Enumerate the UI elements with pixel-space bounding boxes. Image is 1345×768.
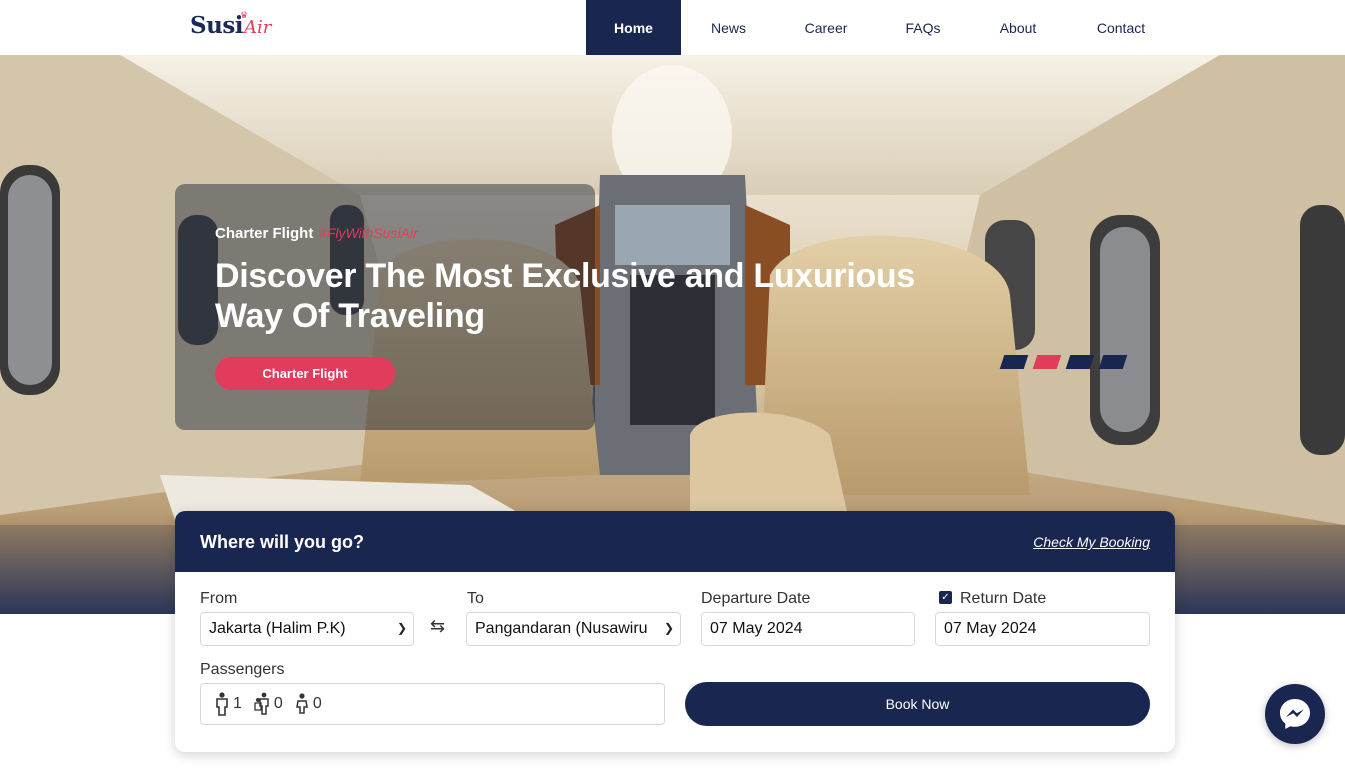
charter-flight-button[interactable]: Charter Flight <box>215 357 395 390</box>
child-icon <box>254 692 269 715</box>
chevron-down-icon: ❯ <box>392 621 407 635</box>
hero-title: Discover The Most Exclusive and Luxuriou… <box>215 257 916 335</box>
adult-count: 1 <box>215 692 242 716</box>
child-count: 0 <box>254 692 283 716</box>
messenger-icon <box>1280 699 1310 729</box>
check-my-booking-link[interactable]: Check My Booking <box>1033 534 1150 550</box>
carousel-dot-2-active[interactable] <box>1032 355 1062 369</box>
child-count-value: 0 <box>273 695 283 712</box>
booking-widget: Where will you go? Check My Booking From… <box>175 511 1175 752</box>
top-navbar: Susi ♛ Air Home News Career FAQs About C… <box>0 0 1345 55</box>
brand-name: Susi <box>190 12 244 39</box>
swap-arrows-icon[interactable]: ⇆ <box>430 616 445 637</box>
booking-title: Where will you go? <box>200 532 365 552</box>
return-date-checkbox[interactable]: ✓ <box>939 591 952 604</box>
passengers-label: Passengers <box>200 661 285 678</box>
brand-suffix: Air <box>244 17 272 38</box>
return-date-input[interactable]: 07 May 2024 <box>935 612 1150 646</box>
infant-icon <box>295 693 308 714</box>
main-menu: Home News Career FAQs About Contact <box>586 0 1176 55</box>
from-label: From <box>200 590 238 607</box>
from-select[interactable]: Jakarta (Halim P.K) ❯ <box>200 612 414 646</box>
carousel-dot-4[interactable] <box>1098 355 1128 369</box>
nav-item-news[interactable]: News <box>681 0 776 55</box>
nav-item-contact[interactable]: Contact <box>1066 0 1176 55</box>
passengers-field[interactable]: 1 0 0 <box>200 683 665 725</box>
adult-icon <box>216 692 228 716</box>
adult-count-value: 1 <box>233 695 242 712</box>
nav-item-career[interactable]: Career <box>776 0 876 55</box>
carousel-dot-1[interactable] <box>999 355 1029 369</box>
crown-icon: ♛ <box>240 10 249 20</box>
hero-subtitle: Charter Flight <box>215 225 314 242</box>
to-value: Pangandaran (Nusawiru <box>475 620 648 637</box>
susi-air-logo[interactable]: Susi ♛ Air <box>190 10 272 42</box>
infant-count: 0 <box>295 693 322 715</box>
hero-hashtag: #FlyWithSusiAir <box>319 225 418 241</box>
return-date-label: Return Date <box>960 590 1047 607</box>
chevron-down-icon: ❯ <box>659 621 674 635</box>
booking-header: Where will you go? Check My Booking <box>175 511 1175 572</box>
carousel-indicators <box>999 355 1128 369</box>
to-label: To <box>467 590 484 607</box>
messenger-chat-button[interactable] <box>1265 684 1325 744</box>
from-value: Jakarta (Halim P.K) <box>209 620 346 637</box>
infant-count-value: 0 <box>312 695 322 712</box>
nav-item-faqs[interactable]: FAQs <box>876 0 970 55</box>
departure-date-label: Departure Date <box>701 590 811 607</box>
nav-item-about[interactable]: About <box>970 0 1066 55</box>
nav-item-home[interactable]: Home <box>586 0 681 55</box>
book-now-button[interactable]: Book Now <box>685 682 1150 726</box>
to-select[interactable]: Pangandaran (Nusawiru ❯ <box>466 612 681 646</box>
carousel-dot-3[interactable] <box>1065 355 1095 369</box>
departure-date-input[interactable]: 07 May 2024 <box>701 612 915 646</box>
